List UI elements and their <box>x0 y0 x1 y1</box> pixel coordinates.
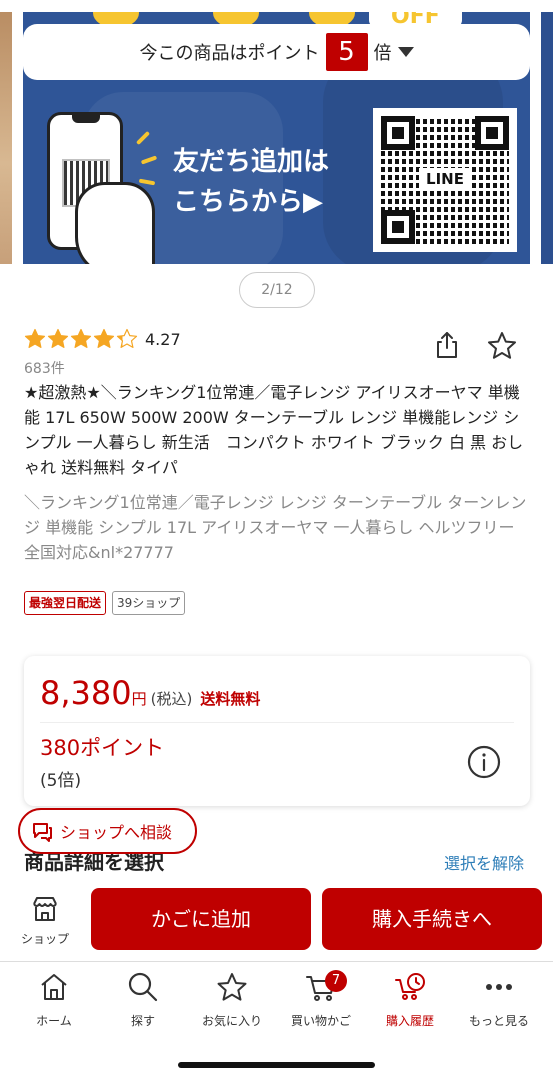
add-friend-text: 友だち追加は こちらから▶ <box>173 142 329 222</box>
tab-more[interactable]: もっと見る <box>453 970 545 1040</box>
rating-star-icon <box>47 328 69 348</box>
info-icon[interactable] <box>466 744 502 780</box>
tab-cart-label: 買い物かご <box>290 1014 351 1028</box>
tab-home[interactable]: ホーム <box>8 970 100 1040</box>
rating-star-icon <box>93 328 115 348</box>
purchase-history-icon <box>395 973 425 1000</box>
card-divider <box>40 722 514 723</box>
qr-finder <box>381 116 415 150</box>
tax-included-label: (税込) <box>150 690 193 708</box>
tab-home-label: ホーム <box>36 1014 72 1028</box>
point-suffix: 倍 <box>373 43 392 64</box>
tab-more-label: もっと見る <box>468 1014 529 1028</box>
point-prefix: 今この商品はポイント <box>139 43 320 64</box>
tab-purchase-history-label: 購入履歴 <box>385 1014 434 1028</box>
free-shipping-label: 送料無料 <box>200 690 261 708</box>
qr-finder <box>381 210 415 244</box>
home-icon <box>41 974 67 1000</box>
carousel-page-indicator: 2/12 <box>239 272 315 308</box>
line-qr-code: LINE <box>373 108 517 252</box>
next-slide-peek[interactable] <box>541 12 553 264</box>
product-title: ★超激熱★＼ランキング1位常連／電子レンジ アイリスオーヤマ 単機能 17L 6… <box>24 383 524 477</box>
tab-search[interactable]: 探す <box>97 970 189 1040</box>
badge-list: 最強翌日配送 39ショップ <box>24 591 191 615</box>
consult-shop-button[interactable]: ショップへ相談 <box>18 808 197 854</box>
rating-value: 4.27 <box>145 329 181 349</box>
point-multiplier-pill[interactable]: 今この商品はポイント 5 倍 <box>23 24 530 80</box>
rating-star-icon <box>70 328 92 348</box>
chat-bubble-icon <box>33 823 52 842</box>
rating-stars <box>24 328 139 350</box>
share-icon[interactable] <box>432 330 462 360</box>
rating-star-icon <box>24 328 46 348</box>
points-multiplier: (5倍) <box>40 771 82 791</box>
points-amount: 380ポイント <box>40 736 165 760</box>
shop-button-label: ショップ <box>20 932 69 946</box>
clear-selection-link[interactable]: 選択を解除 <box>444 850 524 874</box>
rating-row[interactable]: 4.27 <box>24 328 181 350</box>
add-to-cart-button[interactable]: かごに追加 <box>91 888 311 950</box>
shop-39-badge: 39ショップ <box>112 591 186 615</box>
cart-count-badge: 7 <box>325 970 347 992</box>
product-catch-copy: ＼ランキング1位常連／電子レンジ レンジ ターンテーブル ターンレンジ 単機能 … <box>24 493 527 562</box>
shop-button[interactable]: ショップ <box>14 894 76 954</box>
purchase-bar: ショップ かごに追加 購入手続きへ <box>0 878 553 962</box>
tab-purchase-history[interactable]: 購入履歴 <box>364 970 456 1040</box>
add-friend-line1: 友だち追加は <box>173 147 330 177</box>
home-indicator <box>178 1062 375 1068</box>
tab-favorites[interactable]: お気に入り <box>186 970 278 1040</box>
add-friend-line2: こちらから▶ <box>173 187 323 217</box>
hand-illustration <box>75 182 155 264</box>
tab-search-label: 探す <box>130 1014 155 1028</box>
review-count[interactable]: 683件 <box>24 358 65 378</box>
image-carousel[interactable]: OFF 今この商品はポイント 5 倍 友だち追加は こちらから▶ LINE <box>0 0 553 266</box>
price-card: 8,380 円 (税込) 送料無料 380ポイント (5倍) <box>24 656 530 806</box>
search-icon <box>128 972 158 1002</box>
favorite-star-icon[interactable] <box>486 330 518 362</box>
shop-icon <box>33 897 57 921</box>
phone-notch <box>72 115 100 123</box>
price-currency: 円 <box>131 690 147 708</box>
previous-slide-peek[interactable] <box>0 12 12 264</box>
more-icon <box>486 984 512 990</box>
price-row: 8,380 円 (税込) 送料無料 <box>40 674 260 712</box>
rating-star-icon <box>116 328 138 348</box>
tab-cart[interactable]: 7 買い物かご <box>275 970 367 1040</box>
qr-line-label: LINE <box>419 168 471 190</box>
star-icon <box>217 973 247 1001</box>
price-amount: 8,380 <box>40 674 132 712</box>
tab-favorites-label: お気に入り <box>201 1014 262 1028</box>
qr-finder <box>475 116 509 150</box>
point-value-box: 5 <box>325 33 368 71</box>
consult-shop-label: ショップへ相談 <box>60 823 173 842</box>
next-day-delivery-badge: 最強翌日配送 <box>24 591 107 615</box>
checkout-button[interactable]: 購入手続きへ <box>322 888 542 950</box>
promo-banner[interactable]: OFF 今この商品はポイント 5 倍 友だち追加は こちらから▶ LINE <box>23 12 530 264</box>
dropdown-triangle-icon <box>397 47 414 57</box>
